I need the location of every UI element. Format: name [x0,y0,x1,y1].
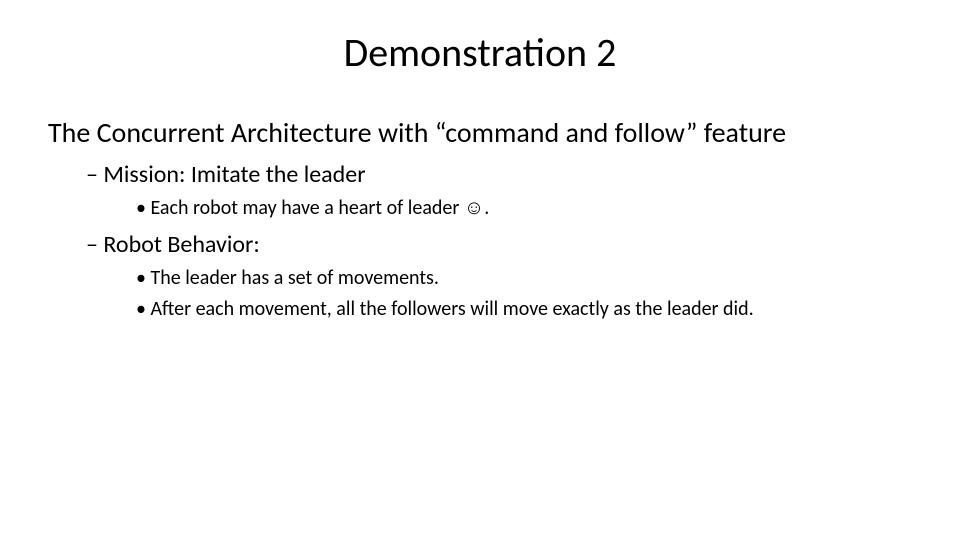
bullet-item: Each robot may have a heart of leader ☺. [136,195,912,222]
section-heading: Robot Behavior: [86,230,912,259]
bullet-item: After each movement, all the followers w… [136,296,912,323]
section-mission: Mission: Imitate the leader Each robot m… [48,160,912,222]
section-robot-behavior: Robot Behavior: The leader has a set of … [48,230,912,323]
slide-title: Demonstration 2 [48,28,912,77]
bullet-item: The leader has a set of movements. [136,265,912,292]
section-heading: Mission: Imitate the leader [86,160,912,189]
slide-subtitle: The Concurrent Architecture with “comman… [48,115,912,150]
slide: Demonstration 2 The Concurrent Architect… [0,0,960,540]
